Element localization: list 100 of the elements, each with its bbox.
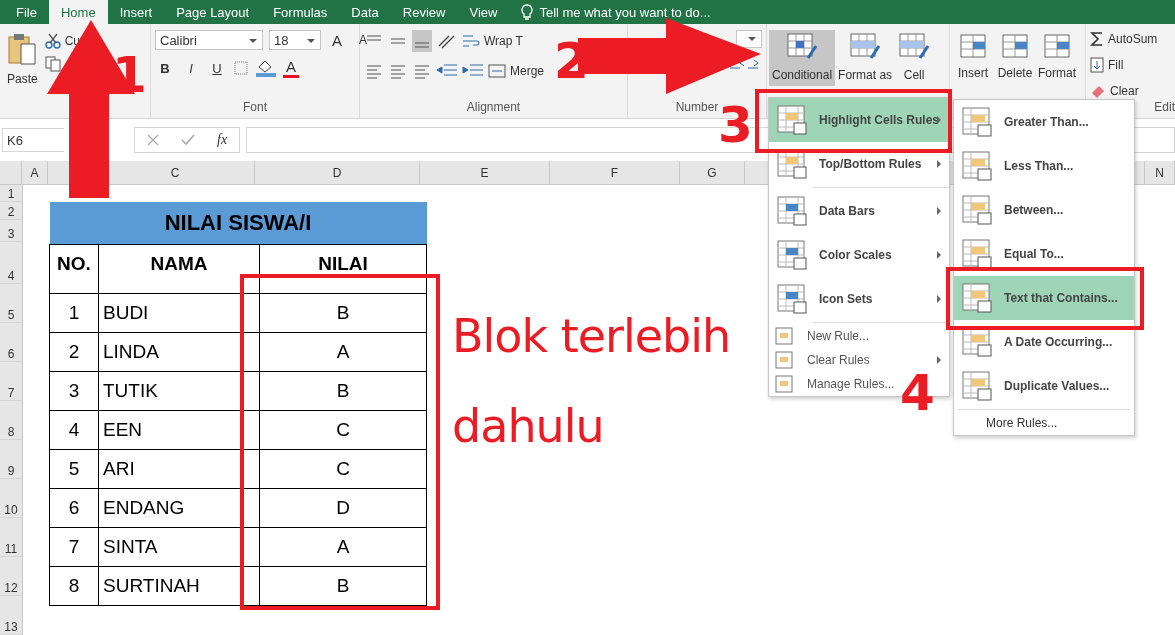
menu-item[interactable]: Data Bars [769, 189, 949, 233]
submenu-arrow-icon [937, 356, 941, 364]
fill-color-icon[interactable] [255, 59, 277, 77]
ribbon-tab[interactable]: View [457, 0, 510, 24]
menu-item[interactable]: A Date Occurring... [954, 320, 1134, 364]
wrap-text-button[interactable]: Wrap T [462, 32, 523, 50]
borders-icon[interactable] [233, 60, 249, 76]
name-box[interactable]: K6 [2, 128, 64, 152]
menu-item[interactable]: Greater Than... [954, 100, 1134, 144]
menu-item[interactable]: Icon Sets [769, 277, 949, 321]
ribbon-tab[interactable]: File [4, 0, 49, 24]
lightbulb-icon [521, 4, 534, 20]
column-header[interactable]: C [170, 165, 180, 180]
table-cell: EEN [98, 410, 260, 450]
fill-button[interactable]: Fill [1090, 56, 1124, 74]
column-header[interactable]: D [332, 165, 342, 180]
row-header[interactable]: 5 [7, 308, 15, 322]
increase-font-size-button[interactable]: A [327, 31, 347, 49]
menu-item[interactable]: Top/Bottom Rules [769, 142, 949, 186]
submenu-arrow-icon [937, 116, 941, 124]
ribbon-tab[interactable]: Insert [107, 0, 165, 24]
merge-button[interactable]: Merge [488, 62, 544, 80]
scissors-icon [44, 33, 61, 49]
row-header[interactable]: 7 [7, 386, 15, 400]
copy-icon[interactable] [44, 56, 61, 72]
decrease-font-size-button[interactable]: A [353, 33, 373, 47]
table-cell: B [259, 293, 427, 333]
row-header[interactable]: 2 [7, 205, 15, 219]
table-cell: 2 [49, 332, 99, 372]
row-header[interactable]: 1 [7, 187, 15, 201]
table-cell: 8 [49, 566, 99, 606]
table-cell: B [259, 566, 427, 606]
italic-button[interactable]: I [181, 60, 201, 76]
row-header[interactable]: 12 [4, 581, 18, 595]
table-cell: SINTA [98, 527, 260, 567]
menu-item[interactable]: Duplicate Values... [954, 364, 1134, 408]
group-label: Edit [1153, 100, 1175, 116]
ribbon-tab[interactable]: Review [390, 0, 458, 24]
submenu-arrow-icon [937, 207, 941, 215]
column-header[interactable]: A [30, 165, 39, 180]
menu-item[interactable]: New Rule... [769, 324, 878, 348]
row-header[interactable]: 11 [4, 542, 18, 556]
row-header[interactable]: 9 [7, 464, 15, 478]
cells-button[interactable]: Delete [994, 30, 1036, 86]
menu-item[interactable]: Clear Rules [769, 348, 949, 372]
row-header[interactable]: 13 [4, 620, 18, 634]
table-icon [1042, 32, 1072, 60]
column-heading: NAMA [98, 244, 260, 294]
ribbon-tab[interactable]: Home [48, 0, 108, 24]
menu-item[interactable]: Manage Rules... [769, 372, 903, 396]
table-cell: B [259, 371, 427, 411]
rule-icon [962, 195, 992, 225]
menu-item[interactable]: Less Than... [954, 144, 1134, 188]
menu-item[interactable]: More Rules... [954, 411, 1134, 435]
row-header[interactable]: 6 [7, 347, 15, 361]
column-heading: NO. [49, 244, 99, 294]
rule-icon [962, 239, 992, 269]
menu-item[interactable]: Equal To... [954, 232, 1134, 276]
number-format-dropdown[interactable] [736, 30, 762, 48]
underline-button[interactable]: U [207, 60, 227, 76]
font-family-dropdown[interactable]: Calibri [155, 30, 263, 50]
down-arrow-icon [1090, 57, 1104, 73]
table-cell: ENDANG [98, 488, 260, 528]
menu-item[interactable]: Text that Contains... [954, 276, 1134, 320]
autosum-button[interactable]: AutoSum [1090, 30, 1158, 48]
menu-item[interactable]: Highlight Cells Rules [769, 98, 949, 142]
tell-me-field[interactable]: Tell me what you want to do... [539, 4, 711, 20]
row-header[interactable]: 3 [7, 227, 15, 241]
styles-button[interactable]: Format as [835, 30, 896, 86]
clear-button[interactable]: Clear [1090, 82, 1139, 100]
close-icon[interactable] [147, 134, 159, 146]
rule-icon [777, 105, 807, 135]
ribbon-tab[interactable]: Formulas [261, 0, 340, 24]
bold-button[interactable]: B [155, 60, 175, 76]
column-header[interactable]: G [707, 165, 717, 180]
paste-button[interactable]: Paste [4, 30, 41, 90]
group-label: Number [674, 100, 720, 116]
row-header[interactable]: 8 [7, 425, 15, 439]
table-cell: C [259, 449, 427, 489]
sigma-icon [1090, 31, 1104, 47]
font-size-dropdown[interactable]: 18 [269, 30, 321, 50]
insert-function-button[interactable]: fx [217, 132, 228, 148]
menu-item[interactable]: Between... [954, 188, 1134, 232]
rule-icon [777, 196, 807, 226]
ribbon-tab[interactable]: Page Layout [164, 0, 262, 24]
styles-button[interactable]: Conditional [769, 30, 836, 86]
font-color-button[interactable]: A [283, 58, 299, 78]
row-header[interactable]: 4 [7, 269, 15, 283]
column-header[interactable]: N [1155, 165, 1164, 180]
check-icon[interactable] [181, 134, 195, 146]
styles-button[interactable]: Cell [895, 30, 934, 86]
rule-icon [962, 151, 992, 181]
menu-item[interactable]: Color Scales [769, 233, 949, 277]
column-header[interactable]: F [610, 165, 619, 180]
column-header[interactable]: E [480, 165, 489, 180]
cells-button[interactable]: Format [1036, 30, 1078, 86]
ribbon-tab[interactable]: Data [339, 0, 391, 24]
group-label: Alignment [465, 100, 522, 116]
row-header[interactable]: 10 [4, 503, 18, 517]
cells-button[interactable]: Insert [952, 30, 994, 86]
